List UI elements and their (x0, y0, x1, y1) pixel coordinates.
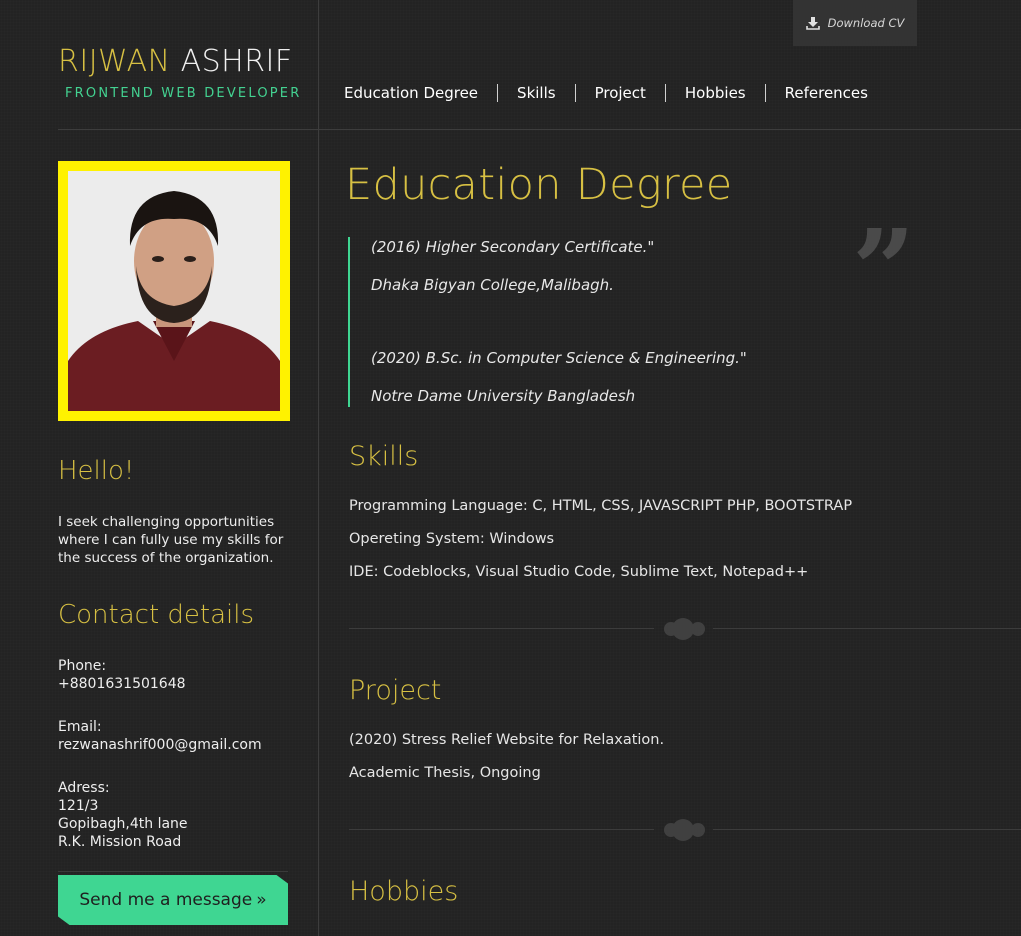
education-school-1: Dhaka Bigyan College,Malibagh. (371, 276, 614, 294)
profile-photo-image (68, 171, 280, 411)
education-heading: Education Degree (345, 160, 733, 210)
main-nav: Education Degree Skills Project Hobbies … (325, 84, 887, 102)
education-school-2: Notre Dame University Bangladesh (371, 387, 636, 405)
address-line-3: R.K. Mission Road (58, 834, 182, 850)
download-icon (805, 17, 820, 30)
header-divider (58, 129, 1021, 130)
address-label: Adress: (58, 780, 110, 796)
contact-email: Email: rezwanashrif000@gmail.com (58, 718, 262, 754)
download-cv-button[interactable]: Download CV (793, 0, 917, 46)
nav-education[interactable]: Education Degree (325, 84, 497, 102)
quote-mark-icon: ” (852, 205, 916, 334)
address-line-1: 121/3 (58, 798, 99, 814)
divider-line (349, 829, 654, 830)
skills-line-3: IDE: Codeblocks, Visual Studio Code, Sub… (349, 564, 809, 580)
profile-photo (58, 161, 290, 421)
send-message-button[interactable]: Send me a message » (58, 875, 288, 925)
intro-text: I seek challenging opportunities where I… (58, 514, 284, 566)
vertical-divider (318, 0, 319, 936)
project-line-2: Academic Thesis, Ongoing (349, 765, 541, 781)
education-degree-1: (2016) Higher Secondary Certificate." (371, 238, 655, 256)
brand-first-name: RIJWAN (58, 44, 171, 79)
project-line-1: (2020) Stress Relief Website for Relaxat… (349, 732, 665, 748)
email-label: Email: (58, 719, 102, 735)
send-message-label: Send me a message (79, 890, 253, 910)
project-heading: Project (349, 675, 442, 706)
contact-heading: Contact details (58, 600, 255, 630)
phone-value: +8801631501648 (58, 676, 186, 692)
address-line-2: Gopibagh,4th lane (58, 816, 188, 832)
skills-line-1: Programming Language: C, HTML, CSS, JAVA… (349, 498, 853, 514)
divider-dot (691, 622, 705, 636)
brand: RIJWAN ASHRIF FRONTEND WEB DEVELOPER (58, 44, 308, 101)
nav-project[interactable]: Project (576, 84, 665, 102)
double-chevron-right-icon: » (256, 890, 267, 910)
skills-line-2: Opereting System: Windows (349, 531, 555, 547)
nav-hobbies[interactable]: Hobbies (666, 84, 765, 102)
brand-role: FRONTEND WEB DEVELOPER (65, 86, 302, 101)
contact-address: Adress: 121/3 Gopibagh,4th lane R.K. Mis… (58, 779, 188, 851)
portrait-illustration (68, 171, 280, 411)
send-divider (58, 871, 288, 872)
education-degree-2: (2020) B.Sc. in Computer Science & Engin… (371, 349, 747, 367)
nav-skills[interactable]: Skills (498, 84, 575, 102)
hobbies-heading: Hobbies (349, 876, 459, 907)
divider-line (713, 628, 1021, 629)
download-cv-label: Download CV (827, 16, 905, 30)
divider-dot (691, 823, 705, 837)
email-value: rezwanashrif000@gmail.com (58, 737, 262, 753)
hello-heading: Hello! (58, 456, 135, 486)
divider-line (713, 829, 1021, 830)
contact-phone: Phone: +8801631501648 (58, 657, 186, 693)
divider-line (349, 628, 654, 629)
skills-heading: Skills (349, 441, 419, 472)
nav-references[interactable]: References (766, 84, 887, 102)
section-divider (349, 815, 1021, 845)
phone-label: Phone: (58, 658, 107, 674)
brand-last-name: ASHRIF (180, 44, 293, 79)
brand-name: RIJWAN ASHRIF (58, 44, 308, 80)
education-quote: (2016) Higher Secondary Certificate." Dh… (348, 237, 918, 407)
section-divider (349, 614, 1021, 644)
